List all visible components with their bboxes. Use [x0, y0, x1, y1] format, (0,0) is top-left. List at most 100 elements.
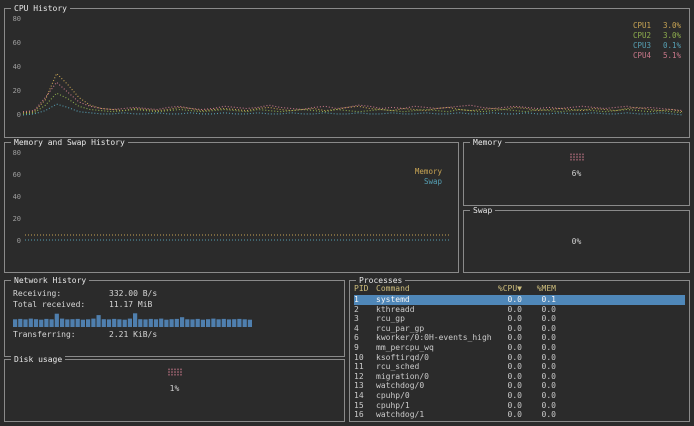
process-row[interactable]: 2kthreadd0.00.0 [354, 305, 685, 315]
process-row[interactable]: 12migration/00.00.0 [354, 372, 685, 382]
process-cmd: migration/0 [376, 372, 488, 382]
memory-gauge [569, 153, 584, 161]
process-cmd: rcu_par_gp [376, 324, 488, 334]
process-mem: 0.0 [522, 324, 556, 334]
memory-percent: 6% [464, 169, 689, 178]
cpu-history-title: CPU History [11, 4, 70, 13]
cpu-history-chart [23, 15, 683, 119]
process-pid: 2 [354, 305, 376, 315]
process-mem: 0.0 [522, 343, 556, 353]
memory-swap-history-title: Memory and Swap History [11, 138, 128, 147]
cpu4-legend-item: CPU45.1% [633, 51, 681, 61]
col-mem[interactable]: %MEM [522, 284, 556, 294]
process-cpu: 0.0 [488, 410, 522, 420]
process-cpu: 0.0 [488, 324, 522, 334]
process-cmd: kthreadd [376, 305, 488, 315]
process-pid: 1 [354, 295, 376, 305]
process-cmd: rcu_sched [376, 362, 488, 372]
process-cpu: 0.0 [488, 353, 522, 363]
memory-y-axis: 80 60 40 20 0 [7, 149, 21, 245]
disk-usage-title: Disk usage [11, 355, 65, 364]
process-row[interactable]: 13watchdog/00.00.0 [354, 381, 685, 391]
y-tick: 80 [7, 149, 21, 157]
process-row[interactable]: 4rcu_par_gp0.00.0 [354, 324, 685, 334]
process-cpu: 0.0 [488, 391, 522, 401]
process-pid: 15 [354, 401, 376, 411]
processes-panel: Processes PID Command %CPU▼ %MEM 1system… [349, 280, 690, 422]
process-cpu: 0.0 [488, 333, 522, 343]
total-received-line: Total received:11.17 MiB [13, 299, 338, 310]
process-cpu: 0.0 [488, 295, 522, 305]
cpu-legend: CPU13.0% CPU23.0% CPU30.1% CPU45.1% [633, 21, 681, 61]
process-cpu: 0.0 [488, 401, 522, 411]
y-tick: 40 [7, 63, 21, 71]
y-tick: 40 [7, 193, 21, 201]
process-pid: 6 [354, 333, 376, 343]
process-cmd: cpuhp/1 [376, 401, 488, 411]
process-row[interactable]: 14cpuhp/00.00.0 [354, 391, 685, 401]
process-row[interactable]: 9mm_percpu_wq0.00.0 [354, 343, 685, 353]
col-pid[interactable]: PID [354, 284, 376, 294]
memory-title: Memory [470, 138, 505, 147]
process-cmd: mm_percpu_wq [376, 343, 488, 353]
process-pid: 10 [354, 353, 376, 363]
process-mem: 0.1 [522, 295, 556, 305]
total-received-label: Total received: [13, 299, 109, 310]
total-received-value: 11.17 MiB [109, 300, 152, 309]
processes-header: PID Command %CPU▼ %MEM [354, 284, 685, 294]
process-cmd: watchdog/1 [376, 410, 488, 420]
process-mem: 0.0 [522, 391, 556, 401]
process-mem: 0.0 [522, 381, 556, 391]
memory-swap-history-panel: Memory and Swap History 80 60 40 20 0 Me… [4, 142, 459, 273]
process-cpu: 0.0 [488, 305, 522, 315]
process-cpu: 0.0 [488, 343, 522, 353]
network-history-panel: Network History Receiving:332.00 B/s Tot… [4, 280, 345, 357]
cpu-history-panel: CPU History 80 60 40 20 0 CPU13.0% CPU23… [4, 8, 690, 138]
process-row[interactable]: 11rcu_sched0.00.0 [354, 362, 685, 372]
cpu2-legend-item: CPU23.0% [633, 31, 681, 41]
process-cpu: 0.0 [488, 372, 522, 382]
y-tick: 0 [7, 111, 21, 119]
receiving-line: Receiving:332.00 B/s [13, 288, 338, 299]
process-row[interactable]: 3rcu_gp0.00.0 [354, 314, 685, 324]
process-pid: 12 [354, 372, 376, 382]
process-cmd: cpuhp/0 [376, 391, 488, 401]
swap-legend-item: Swap [415, 177, 442, 187]
col-command[interactable]: Command [376, 284, 488, 294]
process-mem: 0.0 [522, 401, 556, 411]
cpu1-legend-item: CPU13.0% [633, 21, 681, 31]
process-rows: 1systemd0.00.12kthreadd0.00.03rcu_gp0.00… [354, 295, 685, 420]
process-mem: 0.0 [522, 410, 556, 420]
network-body: Receiving:332.00 B/s Total received:11.1… [13, 288, 338, 340]
memory-swap-legend: Memory Swap [415, 167, 442, 187]
process-cmd: ksoftirqd/0 [376, 353, 488, 363]
y-tick: 60 [7, 39, 21, 47]
process-cmd: rcu_gp [376, 314, 488, 324]
memory-swap-chart [25, 149, 450, 245]
process-row[interactable]: 10ksoftirqd/00.00.0 [354, 353, 685, 363]
transferring-line: Transferring:2.21 KiB/s [13, 329, 338, 340]
transferring-label: Transferring: [13, 329, 109, 340]
cpu-y-axis: 80 60 40 20 0 [7, 15, 21, 119]
y-tick: 80 [7, 15, 21, 23]
process-mem: 0.0 [522, 362, 556, 372]
process-row[interactable]: 15cpuhp/10.00.0 [354, 401, 685, 411]
system-monitor-screen: CPU History 80 60 40 20 0 CPU13.0% CPU23… [0, 0, 694, 426]
process-cmd: watchdog/0 [376, 381, 488, 391]
process-mem: 0.0 [522, 333, 556, 343]
network-history-title: Network History [11, 276, 89, 285]
disk-percent: 1% [5, 384, 344, 393]
disk-usage-panel: Disk usage 1% [4, 359, 345, 422]
process-row[interactable]: 16watchdog/10.00.0 [354, 410, 685, 420]
col-cpu[interactable]: %CPU▼ [488, 284, 522, 294]
process-mem: 0.0 [522, 372, 556, 382]
process-row[interactable]: 6kworker/0:0H-events_high0.00.0 [354, 333, 685, 343]
disk-gauge [167, 368, 182, 376]
process-pid: 4 [354, 324, 376, 334]
process-cpu: 0.0 [488, 362, 522, 372]
y-tick: 60 [7, 171, 21, 179]
process-pid: 3 [354, 314, 376, 324]
receiving-value: 332.00 B/s [109, 289, 157, 298]
process-row[interactable]: 1systemd0.00.1 [354, 295, 685, 305]
memory-panel: Memory 6% [463, 142, 690, 206]
